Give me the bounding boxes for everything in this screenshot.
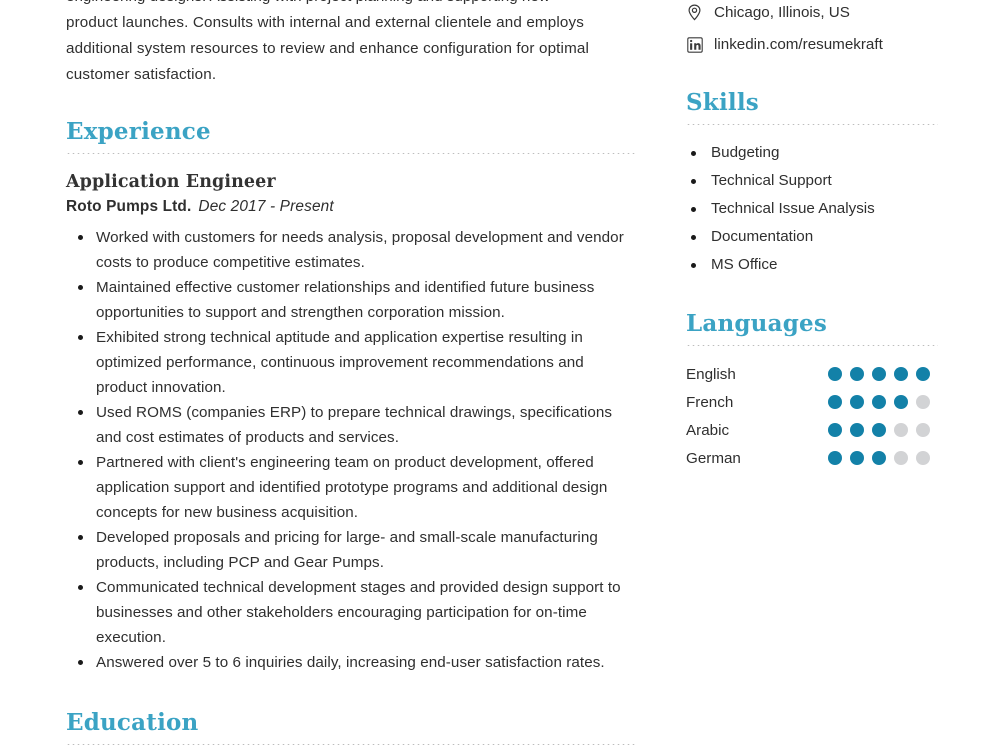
summary-paragraph: product launches. Consults with internal… [66, 10, 636, 88]
sidebar-column: Chicago, Illinois, US linkedin.com/resum… [686, 0, 948, 472]
contact-linkedin-text[interactable]: linkedin.com/resumekraft [714, 37, 883, 52]
rating-dot-empty [894, 451, 908, 466]
experience-section: Experience Application Engineer Roto Pum… [66, 118, 636, 675]
job-bullet-list: Worked with customers for needs analysis… [66, 225, 636, 675]
language-name: Arabic [686, 421, 730, 439]
section-divider [66, 153, 636, 155]
job-bullet: Partnered with client's engineering team… [66, 450, 636, 525]
languages-list: English French Arabic German [686, 360, 948, 472]
contact-item-linkedin[interactable]: linkedin.com/resumekraft [686, 36, 948, 53]
map-pin-icon [686, 4, 703, 21]
job-bullet: Communicated technical development stage… [66, 575, 636, 650]
language-rating [828, 423, 930, 438]
languages-section: Languages English French Arabic German [686, 310, 948, 472]
language-name: German [686, 449, 741, 467]
job-bullet: Maintained effective customer relationsh… [66, 275, 636, 325]
rating-dot-empty [916, 423, 930, 438]
rating-dot-filled [850, 423, 864, 438]
education-heading: Education [66, 709, 199, 737]
rating-dot-filled [850, 367, 864, 382]
rating-dot-filled [828, 423, 842, 438]
resume-page: engineering designs. Assisting with proj… [0, 0, 1000, 750]
summary-clipped-line: engineering designs. Assisting with proj… [66, 0, 636, 10]
job-title: Application Engineer [66, 172, 276, 193]
job-bullet: Worked with customers for needs analysis… [66, 225, 636, 275]
summary-line: additional system resources to review an… [66, 40, 589, 57]
section-divider [686, 124, 938, 126]
rating-dot-filled [872, 451, 886, 466]
language-row: English [686, 360, 948, 388]
contact-list: Chicago, Illinois, US linkedin.com/resum… [686, 4, 948, 53]
rating-dot-empty [916, 451, 930, 466]
language-rating [828, 367, 930, 382]
rating-dot-filled [916, 367, 930, 382]
rating-dot-filled [828, 395, 842, 410]
rating-dot-filled [850, 451, 864, 466]
rating-dot-filled [872, 395, 886, 410]
education-section: Education Bachelor of Technology (Mechan… [66, 709, 636, 750]
skills-heading: Skills [686, 89, 759, 116]
job-company: Roto Pumps Ltd. [66, 198, 192, 216]
rating-dot-filled [872, 423, 886, 438]
section-divider [686, 345, 938, 347]
job-bullet: Developed proposals and pricing for larg… [66, 525, 636, 575]
contact-location-text: Chicago, Illinois, US [714, 3, 850, 21]
language-name: English [686, 365, 736, 383]
main-column: engineering designs. Assisting with proj… [66, 0, 636, 750]
language-rating [828, 451, 930, 466]
skill-item: Budgeting [686, 139, 948, 167]
rating-dot-filled [850, 395, 864, 410]
skill-item: Documentation [686, 223, 948, 251]
experience-heading: Experience [66, 118, 211, 145]
linkedin-icon [686, 36, 703, 53]
rating-dot-empty [894, 423, 908, 438]
skills-list: Budgeting Technical Support Technical Is… [686, 139, 948, 279]
job-bullet: Used ROMS (companies ERP) to prepare tec… [66, 400, 636, 450]
job-dates: Dec 2017 - Present [198, 198, 334, 216]
language-row: French [686, 388, 948, 416]
job-bullet: Exhibited strong technical aptitude and … [66, 325, 636, 400]
language-rating [828, 395, 930, 410]
summary-clipped-text: engineering designs. Assisting with proj… [66, 0, 550, 10]
rating-dot-empty [916, 395, 930, 410]
rating-dot-filled [872, 367, 886, 382]
languages-heading: Languages [686, 310, 827, 338]
language-row: German [686, 444, 948, 472]
summary-line: customer satisfaction. [66, 66, 217, 83]
summary-line: product launches. Consults with internal… [66, 14, 584, 31]
language-row: Arabic [686, 416, 948, 444]
language-name: French [686, 393, 734, 411]
skills-section: Skills Budgeting Technical Support Techn… [686, 89, 948, 279]
job-meta: Roto Pumps Ltd. Dec 2017 - Present [66, 198, 636, 216]
rating-dot-filled [828, 367, 842, 382]
skill-item: MS Office [686, 251, 948, 279]
contact-item-location[interactable]: Chicago, Illinois, US [686, 4, 948, 21]
experience-entry: Application Engineer Roto Pumps Ltd. Dec … [66, 172, 636, 675]
rating-dot-filled [894, 395, 908, 410]
job-bullet: Answered over 5 to 6 inquiries daily, in… [66, 650, 636, 675]
skill-item: Technical Issue Analysis [686, 195, 948, 223]
rating-dot-filled [828, 451, 842, 466]
section-divider [66, 744, 636, 746]
skill-item: Technical Support [686, 167, 948, 195]
rating-dot-filled [894, 367, 908, 382]
